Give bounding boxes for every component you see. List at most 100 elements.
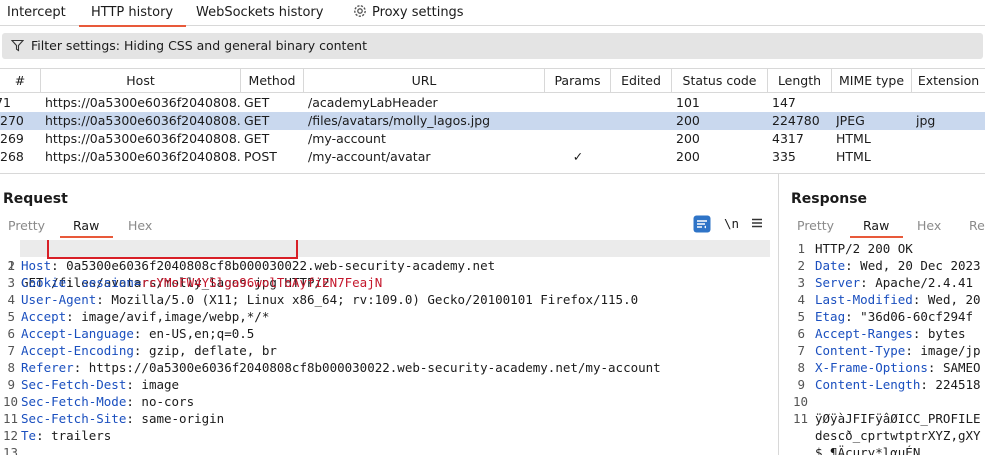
column-header-url[interactable]: URL <box>304 69 545 93</box>
header-value: "36d06-60cf294f <box>852 309 974 324</box>
tab-proxy-settings-label: Proxy settings <box>372 5 464 20</box>
filter-icon <box>10 39 25 55</box>
row-edited <box>611 148 672 166</box>
table-row[interactable]: 269 https://0a5300e6036f2040808... GET /… <box>0 130 985 148</box>
column-header-extension[interactable]: Extension <box>912 69 985 93</box>
line-number: 8 <box>7 360 15 375</box>
header-value: SAMEO <box>935 360 981 375</box>
header-value: Apache/2.4.41 <box>867 275 974 290</box>
table-row[interactable]: 268 https://0a5300e6036f2040808... POST … <box>0 148 985 166</box>
binary-body: descð_cprtwtptrXYZ,gXY <box>815 428 981 443</box>
row-number: 270 <box>0 113 24 128</box>
row-edited <box>611 94 672 112</box>
row-url: /files/avatars/molly_lagos.jpg <box>308 113 491 128</box>
request-response-divider[interactable] <box>778 174 779 455</box>
response-tab-pretty[interactable]: Pretty <box>797 218 834 233</box>
row-params <box>545 130 611 148</box>
proxy-tab-bar: Intercept HTTP history WebSockets histor… <box>0 0 985 27</box>
column-header-length[interactable]: Length <box>768 69 832 93</box>
line-number: 11 <box>3 411 19 426</box>
header-name: Sec-Fetch-Mode <box>21 394 127 409</box>
response-tab-render[interactable]: Re <box>969 218 985 233</box>
line-number: 12 <box>3 428 19 443</box>
header-name: Accept-Ranges <box>815 326 913 341</box>
column-header-host[interactable]: Host <box>41 69 241 93</box>
column-header-params[interactable]: Params <box>545 69 611 93</box>
row-method: POST <box>244 149 277 164</box>
column-header-edited[interactable]: Edited <box>611 69 672 93</box>
tab-http-history[interactable]: HTTP history <box>78 0 187 27</box>
row-edited <box>611 112 672 130</box>
row-extension <box>916 94 985 112</box>
tab-intercept[interactable]: Intercept <box>7 0 66 26</box>
table-panel-divider[interactable] <box>0 173 985 174</box>
header-value: en-US,en;q=0.5 <box>141 326 255 341</box>
header-name: Etag <box>815 309 846 324</box>
row-url: /my-account <box>308 131 386 146</box>
line-number: 5 <box>7 309 15 324</box>
request-editor[interactable]: 1 GET /files/avatars/molly_lagos.jpg HTT… <box>3 240 773 455</box>
column-header-mime-type[interactable]: MIME type <box>832 69 912 93</box>
line-number: 3 <box>797 275 805 290</box>
line-number: 2 <box>797 258 805 273</box>
header-name: Accept-Language <box>21 326 134 341</box>
row-host: https://0a5300e6036f2040808... <box>45 149 241 164</box>
tab-websockets-history[interactable]: WebSockets history <box>196 0 323 26</box>
row-edited <box>611 130 672 148</box>
header-value: same-origin <box>133 411 225 426</box>
header-value: Wed, 20 <box>920 292 981 307</box>
header-value: image <box>133 377 180 392</box>
tab-proxy-settings[interactable]: Proxy settings <box>352 0 464 26</box>
line-number: 9 <box>7 377 15 392</box>
column-header-number[interactable]: # <box>0 69 41 93</box>
row-status: 200 <box>676 113 700 128</box>
header-name: Sec-Fetch-Site <box>21 411 127 426</box>
cookie-value: rcYMsFW4YSlga96wolToAyfiEN7FeajN <box>141 275 383 290</box>
filter-settings-bar[interactable]: Filter settings: Hiding CSS and general … <box>2 33 983 59</box>
row-status: 200 <box>676 149 700 164</box>
row-length: 147 <box>772 95 796 110</box>
response-tab-raw[interactable]: Raw <box>849 218 904 238</box>
header-name: Sec-Fetch-Dest <box>21 377 127 392</box>
header-name: Last-Modified <box>815 292 913 307</box>
request-line: 1 GET /files/avatars/molly_lagos.jpg HTT… <box>3 240 329 290</box>
header-value: https://0a5300e6036f2040808cf8b000030022… <box>81 360 661 375</box>
request-tab-pretty[interactable]: Pretty <box>8 218 45 233</box>
table-row-selected[interactable]: 270 https://0a5300e6036f2040808... GET /… <box>0 112 985 130</box>
table-header: # Host Method URL Params Edited Status c… <box>0 68 985 93</box>
header-name: Te <box>21 428 37 443</box>
row-extension <box>916 130 985 148</box>
row-host: https://0a5300e6036f2040808... <box>45 113 241 128</box>
request-tab-hex[interactable]: Hex <box>128 218 152 233</box>
header-name: Server <box>815 275 861 290</box>
newline-toggle[interactable]: \n <box>724 216 739 231</box>
header-value: image/jp <box>912 343 981 358</box>
response-tab-hex[interactable]: Hex <box>917 218 941 233</box>
response-panel-title: Response <box>791 191 868 207</box>
column-header-status-code[interactable]: Status code <box>672 69 768 93</box>
row-mime: HTML <box>836 131 871 146</box>
response-editor[interactable]: 1 HTTP/2 200 OK 2 Date: Wed, 20 Dec 2023 3… <box>793 240 985 455</box>
column-header-method[interactable]: Method <box>241 69 304 93</box>
line-number: 1 <box>797 241 805 256</box>
line-number: 11 <box>793 411 809 426</box>
menu-icon[interactable] <box>751 217 763 232</box>
header-value: bytes <box>920 326 966 341</box>
header-name: Cookie <box>21 275 67 290</box>
row-params-check-icon: ✓ <box>572 149 584 164</box>
header-value: 224518 <box>927 377 981 392</box>
line-number: 2 <box>7 258 15 273</box>
header-name: Accept <box>21 309 67 324</box>
request-tab-raw[interactable]: Raw <box>59 218 114 238</box>
table-row[interactable]: 271 https://0a5300e6036f2040808... GET /… <box>0 94 985 112</box>
row-mime: HTML <box>836 149 871 164</box>
header-name: Content-Type <box>815 343 906 358</box>
line-number: 9 <box>797 377 805 392</box>
line-number: 13 <box>3 445 19 455</box>
header-name: Accept-Encoding <box>21 343 134 358</box>
pretty-print-toggle-icon[interactable] <box>693 215 711 236</box>
row-number: 269 <box>0 131 24 146</box>
row-mime <box>836 94 912 112</box>
row-extension: jpg <box>916 113 936 128</box>
row-method: GET <box>244 131 270 146</box>
